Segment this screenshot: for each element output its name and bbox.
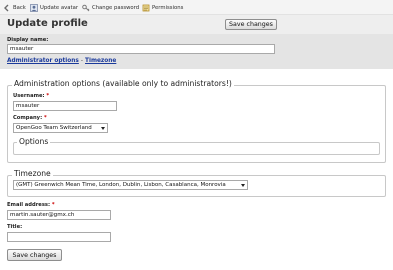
change-password-label: Change password bbox=[92, 4, 140, 11]
options-fieldset bbox=[13, 142, 380, 155]
administration-options-legend: Administration options (available only t… bbox=[12, 79, 234, 88]
timezone-link[interactable]: Timezone bbox=[85, 58, 116, 64]
update-avatar-label: Update avatar bbox=[40, 4, 78, 11]
avatar-icon bbox=[30, 3, 38, 12]
action-toolbar: Back Update avatar Change password Permi… bbox=[0, 0, 393, 15]
username-input[interactable]: msauter bbox=[13, 101, 117, 111]
timezone-legend: Timezone bbox=[12, 169, 53, 178]
company-label-text: Company: bbox=[13, 115, 43, 121]
email-input[interactable]: martin.sauter@gmx.ch bbox=[7, 210, 111, 220]
timezone-select[interactable]: (GMT) Greenwich Mean Time, London, Dubli… bbox=[13, 180, 248, 190]
company-label: Company: * bbox=[13, 115, 47, 121]
back-link[interactable]: Back bbox=[3, 3, 26, 12]
permissions-link[interactable]: Permissions bbox=[142, 3, 183, 12]
save-changes-top-button[interactable]: Save changes bbox=[225, 19, 277, 30]
dropdown-arrow-icon bbox=[101, 127, 105, 130]
permissions-icon bbox=[142, 4, 150, 11]
update-avatar-link[interactable]: Update avatar bbox=[30, 3, 78, 12]
title-label: Title: bbox=[7, 224, 23, 230]
back-label: Back bbox=[13, 4, 26, 11]
email-label-text: Email address: bbox=[7, 202, 51, 208]
company-selected-value: OpenGoo Team Switzerland bbox=[16, 125, 92, 131]
page-header: Update profile Save changes bbox=[0, 15, 393, 34]
link-separator: - bbox=[80, 58, 83, 64]
permissions-label: Permissions bbox=[152, 4, 184, 11]
dropdown-arrow-icon bbox=[241, 184, 245, 187]
page-title: Update profile bbox=[7, 18, 88, 29]
key-icon bbox=[82, 4, 90, 11]
display-name-input[interactable]: msauter bbox=[7, 44, 275, 54]
required-marker: * bbox=[51, 202, 55, 208]
username-label: Username: * bbox=[13, 93, 49, 99]
back-arrow-icon bbox=[4, 4, 9, 11]
administrator-options-link[interactable]: Administrator options bbox=[7, 58, 79, 64]
required-marker: * bbox=[43, 115, 47, 121]
title-input[interactable] bbox=[7, 232, 111, 242]
username-label-text: Username: bbox=[13, 93, 45, 99]
email-label: Email address: * bbox=[7, 202, 55, 208]
change-password-link[interactable]: Change password bbox=[82, 3, 139, 12]
save-changes-bottom-button[interactable]: Save changes bbox=[7, 249, 62, 261]
display-name-label: Display name: bbox=[7, 37, 49, 43]
section-links: Administrator options - Timezone bbox=[7, 58, 116, 64]
required-marker: * bbox=[46, 93, 50, 99]
timezone-selected-value: (GMT) Greenwich Mean Time, London, Dubli… bbox=[16, 182, 226, 188]
options-legend: Options bbox=[17, 137, 51, 146]
company-select[interactable]: OpenGoo Team Switzerland bbox=[13, 123, 108, 133]
